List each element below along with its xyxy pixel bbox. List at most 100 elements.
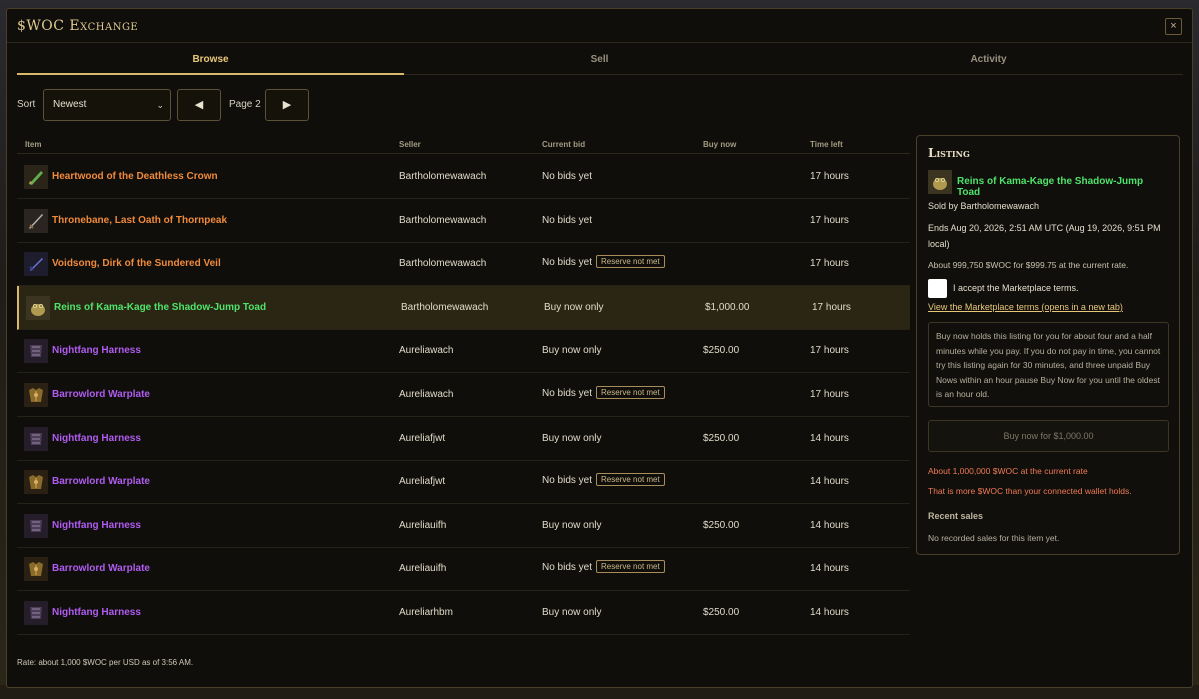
harness-icon <box>24 601 48 625</box>
bid-text: No bids yet <box>542 388 593 399</box>
table-row[interactable]: Nightfang Harness Aureliawach Buy now only… <box>17 329 910 374</box>
reserve-badge: Reserve not met <box>596 255 665 269</box>
table-row[interactable]: Nightfang Harness Aureliarhbm Buy now only… <box>17 591 910 635</box>
time-left: 17 hours <box>810 345 849 357</box>
seller-name: Bartholomewawach <box>399 214 487 226</box>
buy-now-button[interactable]: Buy now for $1,000.00 <box>928 420 1169 452</box>
current-bid: No bids yet Reserve not met <box>542 386 665 399</box>
chestplate-icon <box>24 383 48 407</box>
exchange-rate-footer: Rate: about 1,000 $WOC per USD as of 3:5… <box>17 658 194 667</box>
warn-wallet: That is more $WOC than your connected wa… <box>928 486 1132 496</box>
item-name: Voidsong, Dirk of the Sundered Veil <box>52 258 221 270</box>
bid-text: No bids yet <box>542 171 593 182</box>
sort-select[interactable]: Newest ⌄ <box>43 89 171 121</box>
table-row[interactable]: Barrowlord Warplate Aureliafjwt No bids ye… <box>17 460 910 505</box>
table-row[interactable]: Reins of Kama-Kage the Shadow-Jump Toad B… <box>17 285 910 330</box>
listings-table: Item Seller Current bid Buy now Time lef… <box>17 136 910 656</box>
item-name: Nightfang Harness <box>52 607 141 618</box>
seller-name: Aureliafjwt <box>399 432 446 444</box>
time-left: 17 hours <box>810 171 849 182</box>
current-bid: Buy now only <box>542 345 601 356</box>
listing-title: Listing <box>928 146 970 160</box>
listing-panel: Listing Reins of Kama-Kage the Shadow-Ju… <box>916 135 1180 555</box>
sort-value: Newest <box>53 99 87 110</box>
chevron-down-icon: ⌄ <box>156 100 164 110</box>
harness-icon <box>24 339 48 364</box>
close-button[interactable]: × <box>1165 18 1182 35</box>
time-left: 17 hours <box>810 214 849 226</box>
time-left: 14 hours <box>810 519 849 531</box>
window-title: $WOC Exchange <box>17 18 139 34</box>
time-left: 17 hours <box>810 258 849 270</box>
current-bid: Buy now only <box>544 302 603 313</box>
table-row[interactable]: Heartwood of the Deathless Crown Bartholo… <box>17 155 910 199</box>
accept-terms-checkbox[interactable] <box>928 279 947 298</box>
table-row[interactable]: Thronebane, Last Oath of Thornpeak Bartho… <box>17 199 910 243</box>
tab-sell[interactable]: Sell <box>406 49 793 75</box>
next-page-button[interactable]: ▶ <box>265 89 309 121</box>
reserve-badge: Reserve not met <box>596 560 665 574</box>
bid-text: No bids yet <box>542 257 593 269</box>
bid-text: No bids yet <box>542 562 593 574</box>
leaf-blade-icon <box>24 165 48 189</box>
seller-name: Bartholomewawach <box>399 258 487 270</box>
buy-now-price: $250.00 <box>703 432 740 444</box>
recent-sales-label: Recent sales <box>928 511 984 521</box>
item-name: Nightfang Harness <box>52 345 141 357</box>
current-bid: Buy now only <box>542 607 601 618</box>
buy-now-price: $250.00 <box>703 519 740 531</box>
item-name: Barrowlord Warplate <box>52 563 150 575</box>
bid-text: Buy now only <box>542 432 602 444</box>
time-left: 17 hours <box>812 301 851 313</box>
current-bid: Buy now only <box>542 520 601 531</box>
bid-text: Buy now only <box>542 607 602 618</box>
reserve-badge: Reserve not met <box>596 386 665 399</box>
table-row[interactable]: Nightfang Harness Aureliauifh Buy now only… <box>17 504 910 548</box>
toad-mount-icon <box>928 170 952 194</box>
item-name: Barrowlord Warplate <box>52 476 150 488</box>
seller-name: Aureliafjwt <box>399 476 446 488</box>
seller-name: Bartholomewawach <box>401 301 489 313</box>
listing-seller: Sold by Bartholomewawach <box>928 201 1040 211</box>
time-left: 14 hours <box>810 432 849 444</box>
current-bid: No bids yet <box>542 215 592 226</box>
dagger-icon <box>24 252 48 277</box>
item-name: Thronebane, Last Oath of Thornpeak <box>52 214 228 226</box>
item-name: Nightfang Harness <box>52 432 141 444</box>
header-time-left: Time left <box>810 140 843 149</box>
tab-activity[interactable]: Activity <box>795 49 1182 75</box>
header-current-bid: Current bid <box>542 140 586 149</box>
seller-name: Aureliawach <box>399 389 454 400</box>
current-bid: No bids yet Reserve not met <box>542 473 665 487</box>
time-left: 14 hours <box>810 607 849 618</box>
seller-name: Aureliawach <box>399 345 454 357</box>
buy-now-price: $1,000.00 <box>705 301 750 313</box>
accept-terms-label: I accept the Marketplace terms. <box>953 283 1079 293</box>
current-bid: No bids yet Reserve not met <box>542 560 665 574</box>
prev-page-button[interactable]: ◀ <box>177 89 221 121</box>
table-row[interactable]: Voidsong, Dirk of the Sundered Veil Barth… <box>17 242 910 287</box>
terms-link[interactable]: View the Marketplace terms (opens in a n… <box>928 302 1123 312</box>
item-name: Heartwood of the Deathless Crown <box>52 171 218 182</box>
tab-bar: Browse Sell Activity <box>17 49 1183 75</box>
header-buy-now: Buy now <box>703 140 737 149</box>
sword-icon <box>24 208 48 233</box>
table-header: Item Seller Current bid Buy now Time lef… <box>17 136 910 154</box>
current-bid: No bids yet <box>542 171 592 182</box>
table-row[interactable]: Nightfang Harness Aureliafjwt Buy now only… <box>17 417 910 461</box>
time-left: 14 hours <box>810 563 849 575</box>
exchange-window: $WOC Exchange × Browse Sell Activity Sor… <box>6 8 1193 688</box>
buy-now-price: $250.00 <box>703 607 740 618</box>
tab-browse[interactable]: Browse <box>17 49 404 75</box>
seller-name: Bartholomewawach <box>399 171 487 182</box>
time-left: 17 hours <box>810 389 849 400</box>
listing-ends: Ends Aug 20, 2026, 2:51 AM UTC (Aug 19, … <box>928 223 1161 249</box>
current-bid: No bids yet Reserve not met <box>542 255 665 269</box>
listing-item: Reins of Kama-Kage the Shadow-Jump Toad <box>928 170 1168 198</box>
chestplate-icon <box>24 557 48 582</box>
seller-name: Aureliauifh <box>399 519 447 531</box>
sort-controls: Sort Newest ⌄ ◀ Page 2 ▶ <box>17 89 317 122</box>
table-row[interactable]: Barrowlord Warplate Aureliawach No bids ye… <box>17 373 910 417</box>
toad-mount-icon <box>26 295 50 320</box>
table-row[interactable]: Barrowlord Warplate Aureliauifh No bids ye… <box>17 547 910 592</box>
